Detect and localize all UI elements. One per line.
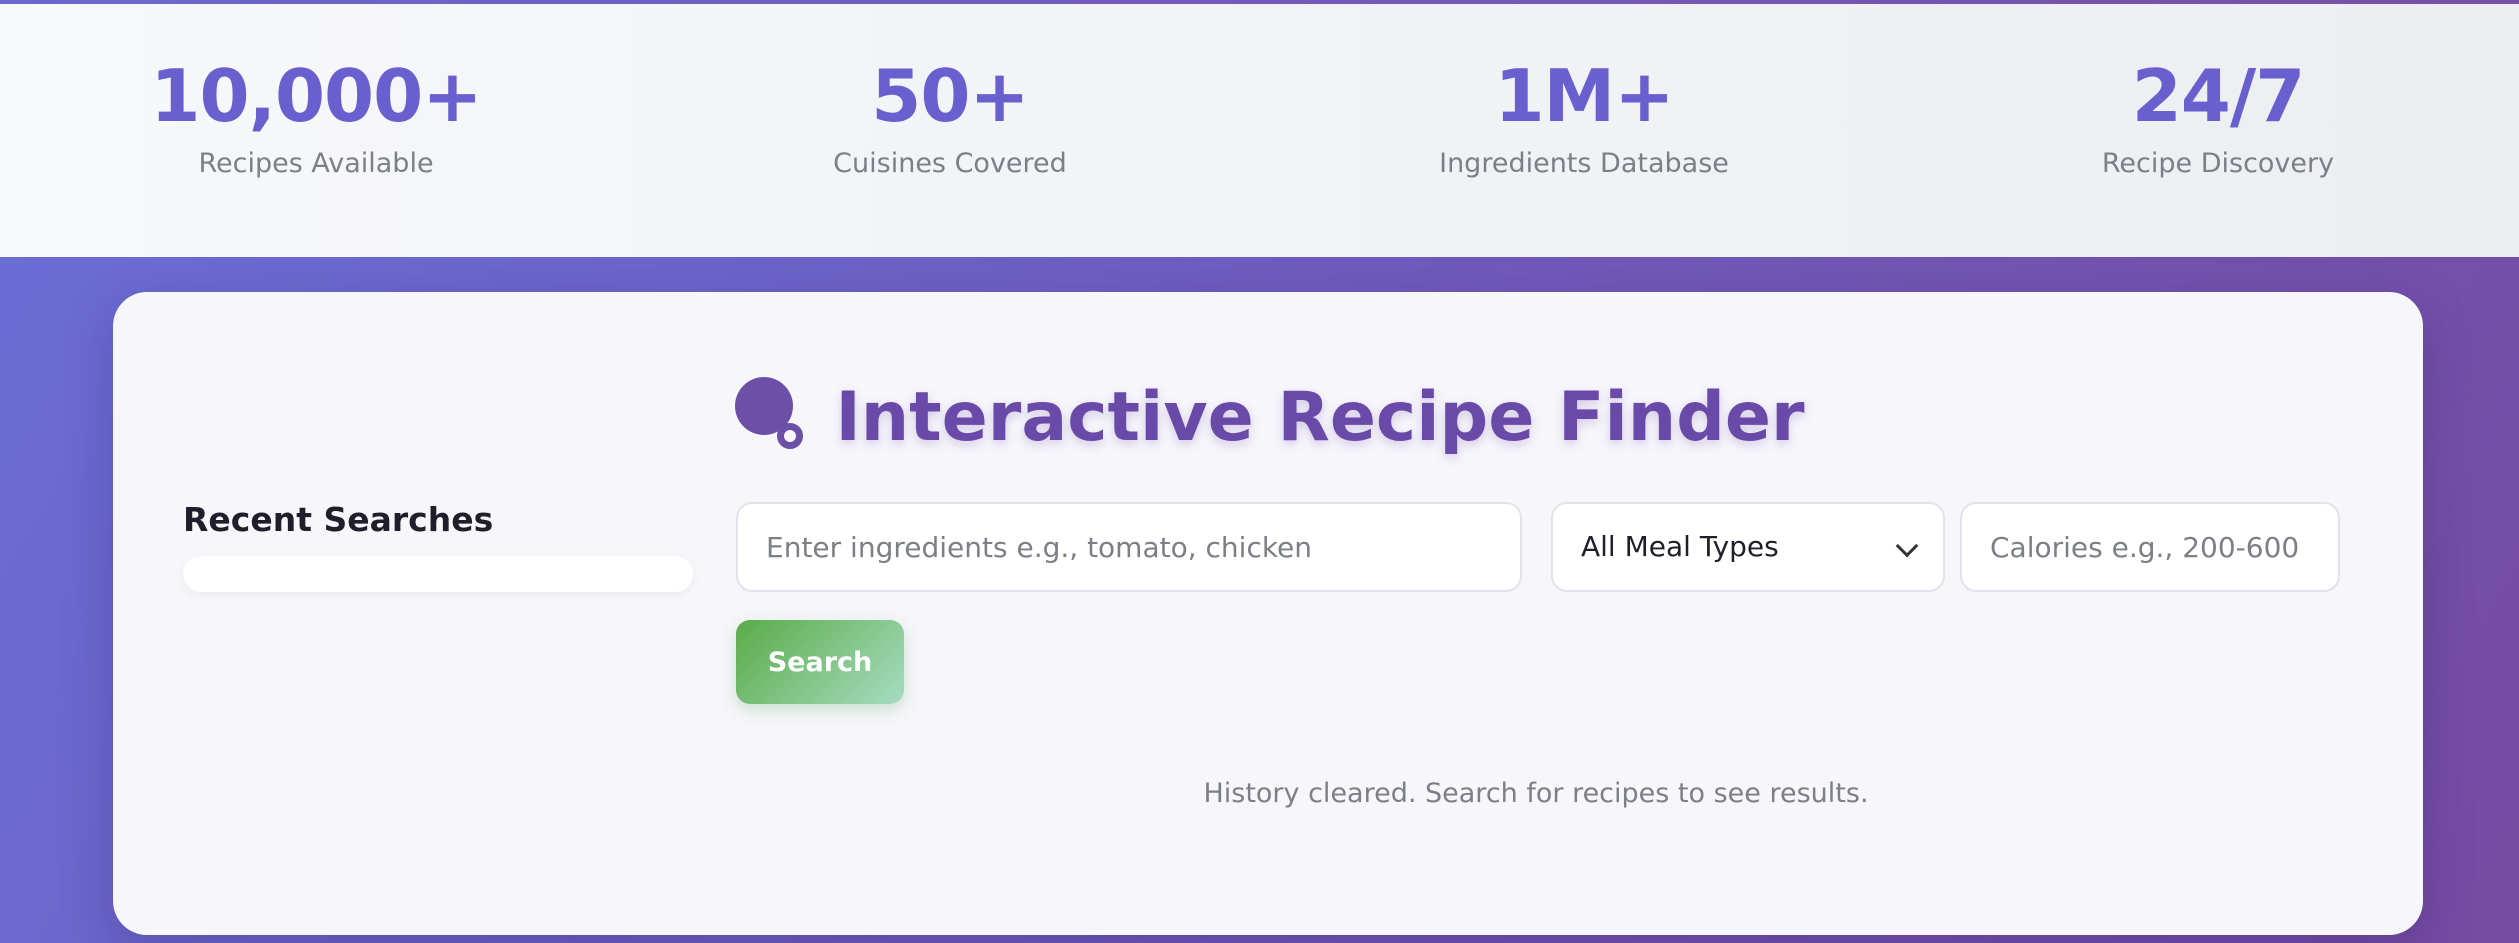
stat-label: Recipe Discovery xyxy=(2101,148,2335,179)
meal-type-select[interactable]: All Meal Types xyxy=(1551,502,1945,592)
recent-searches-heading: Recent Searches xyxy=(183,500,494,539)
magnifier-icon xyxy=(731,373,809,451)
stat-value: 50+ xyxy=(871,54,1030,138)
stat-cuisines: 50+ Cuisines Covered xyxy=(750,50,1150,184)
meal-type-value: All Meal Types xyxy=(1581,530,1779,563)
stat-label: Recipes Available xyxy=(198,148,434,179)
status-message: History cleared. Search for recipes to s… xyxy=(1203,778,1869,809)
stat-value: 10,000+ xyxy=(150,54,482,138)
search-button[interactable]: Search xyxy=(736,620,904,704)
recent-searches-list xyxy=(183,556,693,592)
magnifier-handle xyxy=(777,422,804,449)
stat-value: 24/7 xyxy=(2131,54,2306,138)
stat-recipes: 10,000+ Recipes Available xyxy=(116,50,516,184)
chevron-down-icon xyxy=(1895,534,1919,558)
stat-value: 1M+ xyxy=(1494,54,1674,138)
ingredients-input[interactable] xyxy=(736,502,1522,592)
recipe-finder-card: Interactive Recipe Finder Recent Searche… xyxy=(113,292,2423,935)
stat-ingredients: 1M+ Ingredients Database xyxy=(1384,50,1784,184)
stats-bar: 10,000+ Recipes Available 50+ Cuisines C… xyxy=(0,4,2519,257)
stat-label: Cuisines Covered xyxy=(833,148,1067,179)
page-title-text: Interactive Recipe Finder xyxy=(835,378,1805,457)
calories-input[interactable] xyxy=(1960,502,2340,592)
stat-label: Ingredients Database xyxy=(1439,148,1729,179)
page-title: Interactive Recipe Finder xyxy=(113,376,2423,457)
stat-discovery: 24/7 Recipe Discovery xyxy=(2018,50,2418,184)
